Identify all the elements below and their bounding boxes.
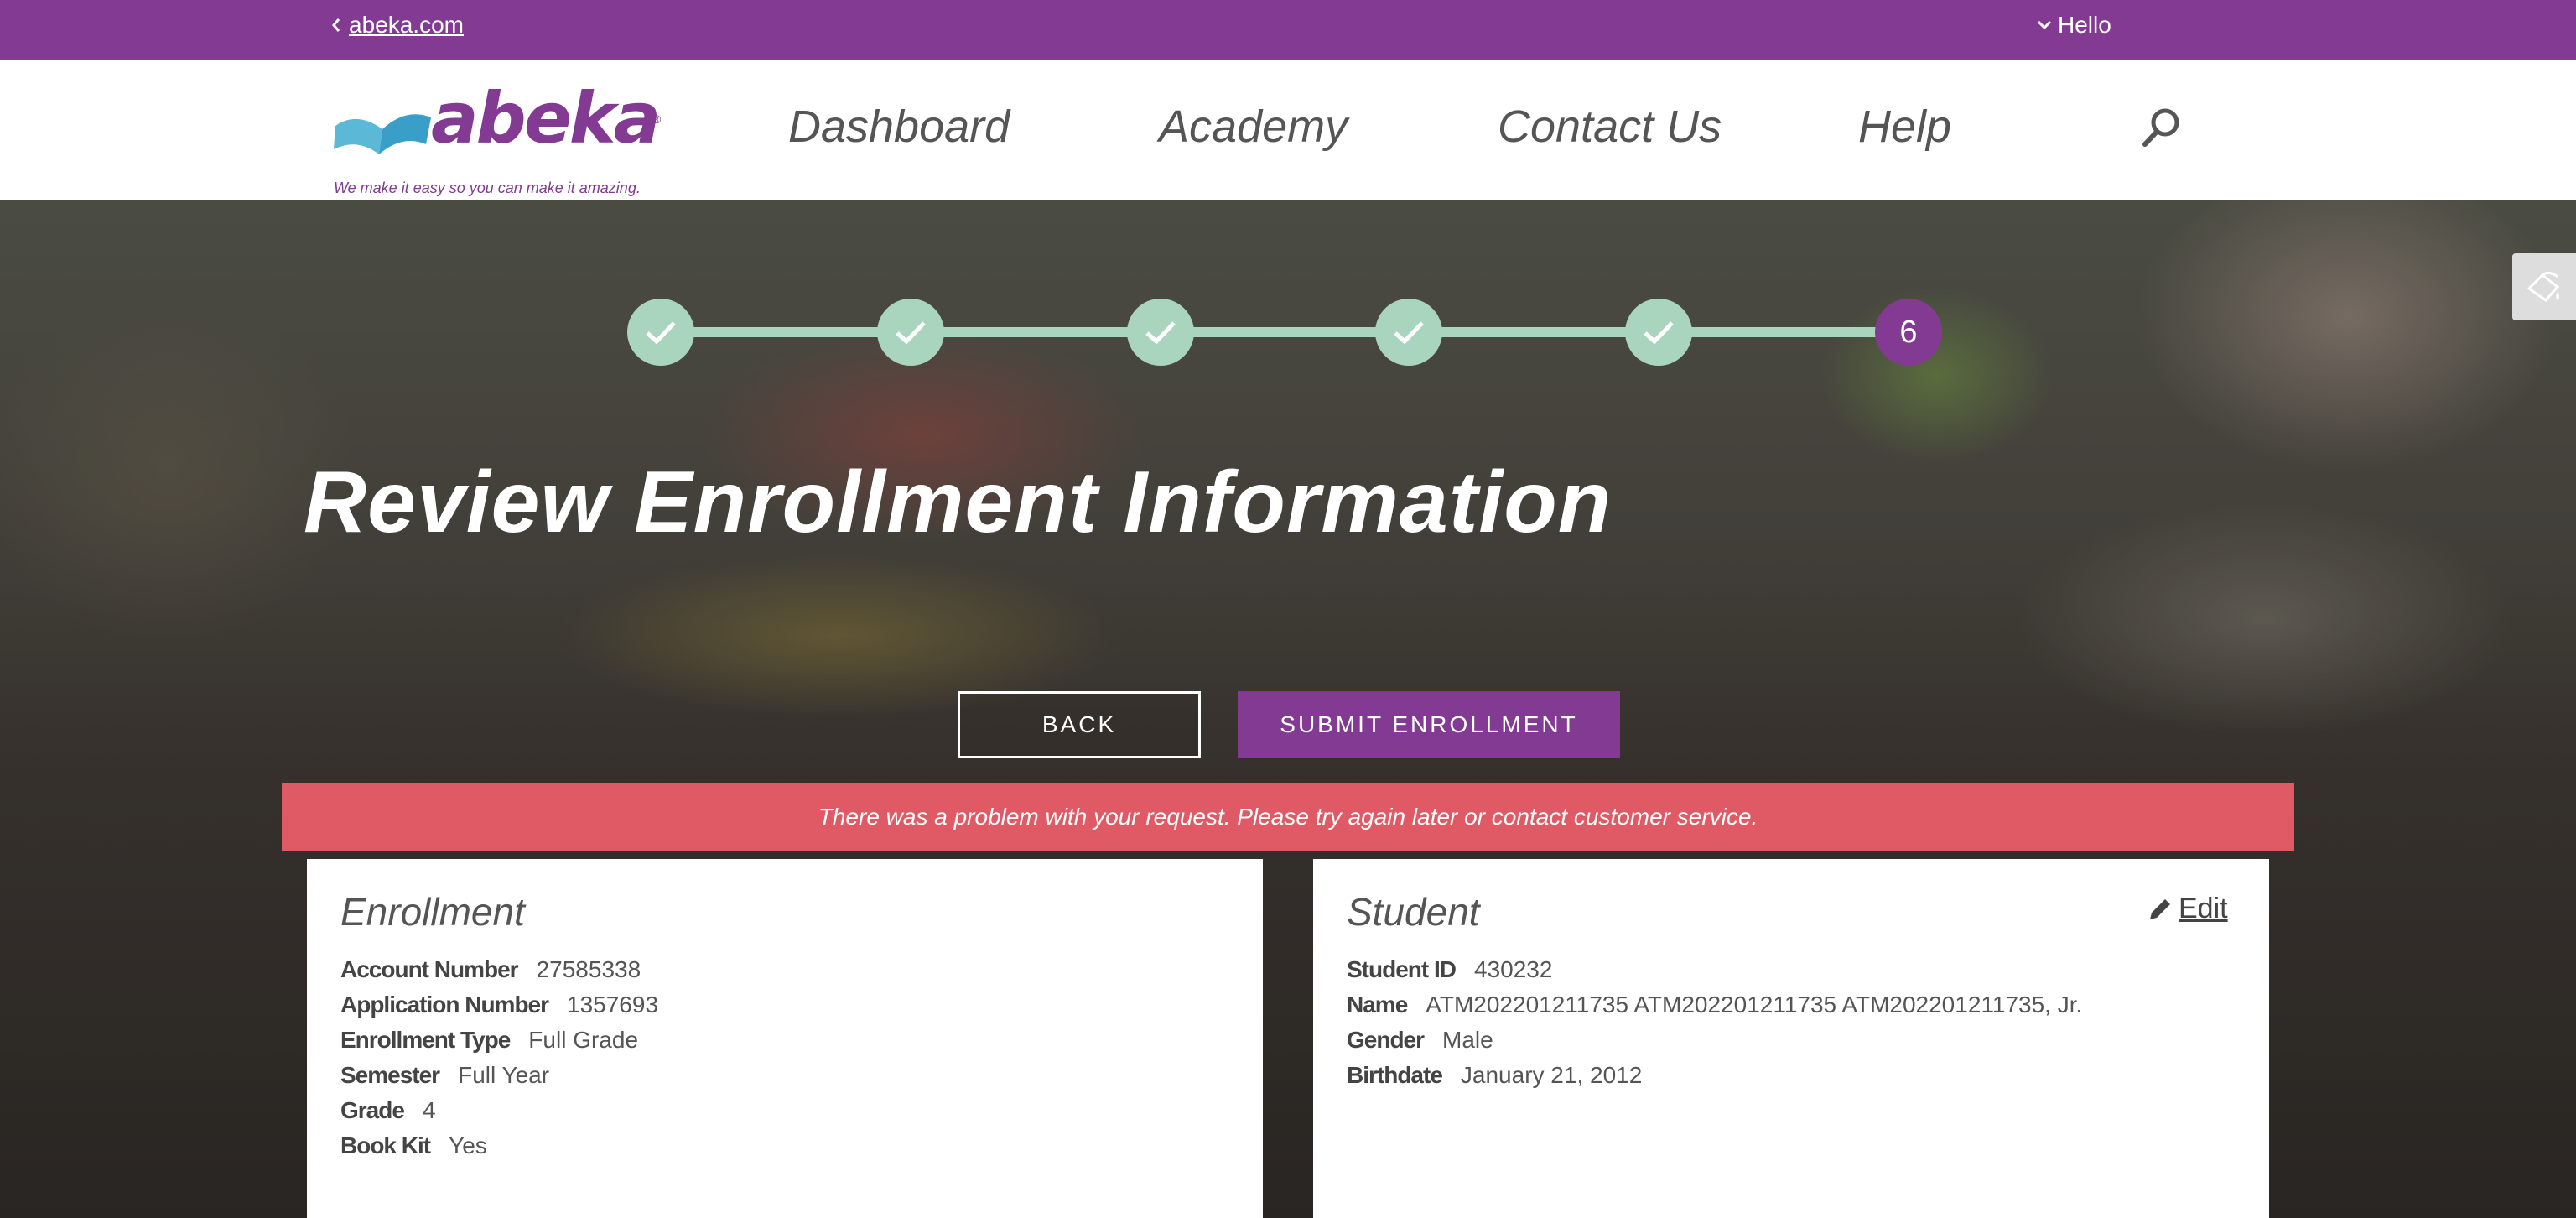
field-value: 27585338 [536,956,641,982]
check-icon [1145,321,1176,345]
page-title: Review Enrollment Information [304,454,1613,551]
field-value: Full Year [458,1062,550,1088]
open-book-icon [334,114,431,154]
field-enrollment-type: Enrollment Type Full Grade [340,1027,658,1062]
logo-wordmark: abeka [431,77,661,159]
error-alert: There was a problem with your request. P… [282,783,2294,851]
check-icon [1644,321,1674,345]
field-value: ATM202201211735 ATM202201211735 ATM20220… [1426,992,2083,1018]
step-1-complete [627,299,694,366]
field-value: Male [1442,1027,1493,1053]
field-value: Full Grade [528,1027,639,1053]
side-tab-button[interactable] [2512,253,2576,320]
field-book-kit: Book Kit Yes [340,1132,658,1168]
check-icon [1394,321,1424,345]
abeka-logo[interactable]: abeka ® We make it easy so you can make … [332,77,684,196]
step-3-complete [1127,299,1194,366]
student-heading: Student [1347,890,1480,934]
field-value: 4 [422,1097,436,1123]
field-label: Semester [340,1062,440,1088]
field-gender: Gender Male [1347,1027,2082,1062]
chevron-down-icon [2037,20,2052,30]
field-label: Grade [340,1097,405,1123]
step-5-complete [1625,299,1692,366]
field-label: Book Kit [340,1132,431,1158]
field-name: Name ATM202201211735 ATM202201211735 ATM2… [1347,992,2082,1027]
back-to-abeka-link[interactable]: abeka.com [330,12,464,39]
enrollment-heading: Enrollment [340,890,525,934]
paint-bucket-icon [2527,271,2560,303]
field-value: January 21, 2012 [1460,1062,1643,1088]
field-label: Application Number [340,992,549,1018]
chevron-left-icon [332,18,340,32]
step-4-complete [1375,299,1442,366]
nav-dashboard[interactable]: Dashboard [788,101,1010,153]
field-birthdate: Birthdate January 21, 2012 [1347,1062,2082,1097]
account-menu[interactable]: Hello [2036,12,2111,39]
submit-enrollment-button[interactable]: SUBMIT ENROLLMENT [1238,691,1620,758]
field-value: Yes [449,1132,487,1158]
check-icon [646,321,676,345]
greeting-label: Hello [2058,12,2111,38]
back-link-label: abeka.com [349,12,464,38]
logo-tagline: We make it easy so you can make it amazi… [334,180,641,196]
student-card: Student Edit Student ID 430232 Name ATM202… [1313,859,2269,1218]
check-icon [896,321,926,345]
field-label: Name [1347,992,1408,1018]
field-label: Account Number [340,956,519,982]
search-icon[interactable] [2140,106,2184,149]
nav-help[interactable]: Help [1858,101,1951,153]
field-label: Enrollment Type [340,1027,511,1053]
field-label: Birthdate [1347,1062,1443,1088]
top-utility-bar: abeka.com Hello [0,0,2576,60]
field-account-number: Account Number 27585338 [340,956,658,992]
nav-academy[interactable]: Academy [1159,101,1348,153]
pencil-icon [2150,898,2170,919]
field-label: Gender [1347,1027,1425,1053]
field-student-id: Student ID 430232 [1347,956,2082,992]
edit-label: Edit [2179,893,2228,924]
nav-contact-us[interactable]: Contact Us [1498,101,1722,153]
field-value: 430232 [1474,956,1553,982]
stepper-track [659,327,1909,337]
step-2-complete [877,299,944,366]
step-6-active: 6 [1875,299,1942,366]
field-application-number: Application Number 1357693 [340,992,658,1027]
back-button[interactable]: BACK [958,691,1201,758]
enrollment-card: Enrollment Account Number 27585338 Applic… [307,859,1263,1218]
field-semester: Semester Full Year [340,1062,658,1097]
field-label: Student ID [1347,956,1457,982]
registered-mark: ® [652,112,662,126]
field-grade: Grade 4 [340,1097,658,1132]
main-nav: abeka ® We make it easy so you can make … [0,60,2576,200]
field-value: 1357693 [567,992,659,1018]
edit-student-link[interactable]: Edit [2147,893,2228,925]
